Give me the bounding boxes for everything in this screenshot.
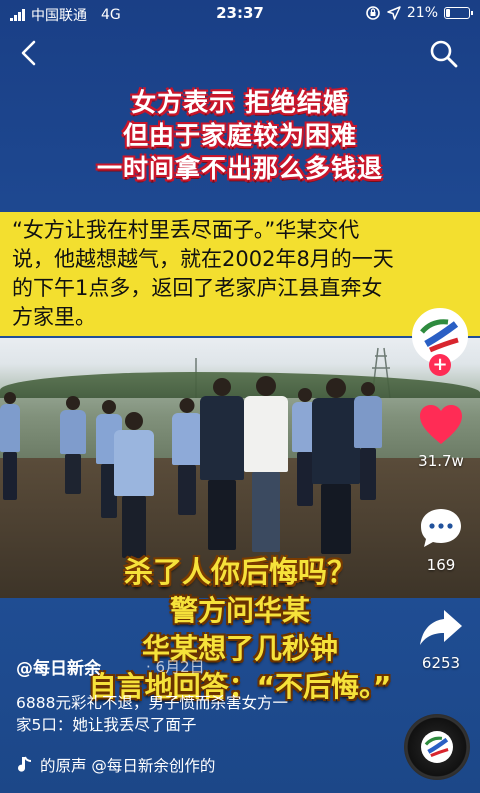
comment-count: 169 [426,556,456,574]
like-button[interactable]: 31.7w [414,404,468,470]
comment-icon [421,509,461,547]
video-screen[interactable]: 中国联通 4G 23:37 21% 女方表示 拒绝结婚 但由于家庭较为困难 一时… [0,0,480,793]
overlay-question: 杀了人你后悔吗？ [123,555,356,589]
music-title: 的原声 @每日新余创作的 [40,757,216,775]
video-headline: 女方表示 拒绝结婚 但由于家庭较为困难 一时间拿不出那么多钱退 [0,86,480,185]
screen-rotation-lock-icon [366,6,380,20]
share-button[interactable]: 6253 [414,608,468,672]
follow-button[interactable]: + [429,354,451,376]
music-row[interactable]: 的原声 @每日新余创作的 [16,754,215,776]
headline-line: 女方表示 拒绝结婚 [131,88,349,117]
quote-line: “女方让我在村里丢尽面子。”华某交代 [12,218,360,242]
caption-line: 家5口：她让我丢尽了面子 [16,716,197,734]
share-arrow-icon [420,610,462,645]
overlay-line: 警方问华某 [169,594,310,627]
battery-icon [444,7,473,19]
headline-line: 但由于家庭较为困难 [122,121,357,150]
like-count: 31.7w [418,452,464,470]
headline-line: 一时间拿不出那么多钱退 [96,154,383,183]
battery-percent: 21% [406,5,438,21]
chevron-left-icon [21,40,36,66]
music-note-icon [18,756,32,772]
channel-logo-icon [422,732,452,762]
back-button[interactable] [14,38,44,68]
search-icon [430,40,458,68]
status-right: 21% [365,5,473,21]
quote-line: 方家里。 [12,305,96,329]
post-date: · 6月2日 [146,658,205,676]
quote-line: 的下午1点多，返回了老家庐江县直奔女 [12,276,383,300]
caption-line: 6888元彩礼不退，男子愤而杀害女方一 [16,694,288,712]
music-disc[interactable] [404,714,470,780]
heart-icon [420,405,462,444]
quote-line: 说，他越想越气，就在2002年8月的一天 [12,247,394,271]
search-button[interactable] [428,38,460,70]
location-arrow-icon [387,6,401,20]
comment-button[interactable]: 169 [414,506,468,574]
share-count: 6253 [421,654,461,672]
author-handle[interactable]: @每日新余 [16,654,101,679]
quote-caption-box: “女方让我在村里丢尽面子。”华某交代 说，他越想越气，就在2002年8月的一天 … [0,212,480,336]
post-caption[interactable]: 6888元彩礼不退，男子愤而杀害女方一 家5口：她让我丢尽了面子 [16,692,376,736]
status-bar: 中国联通 4G 23:37 21% [0,0,480,28]
